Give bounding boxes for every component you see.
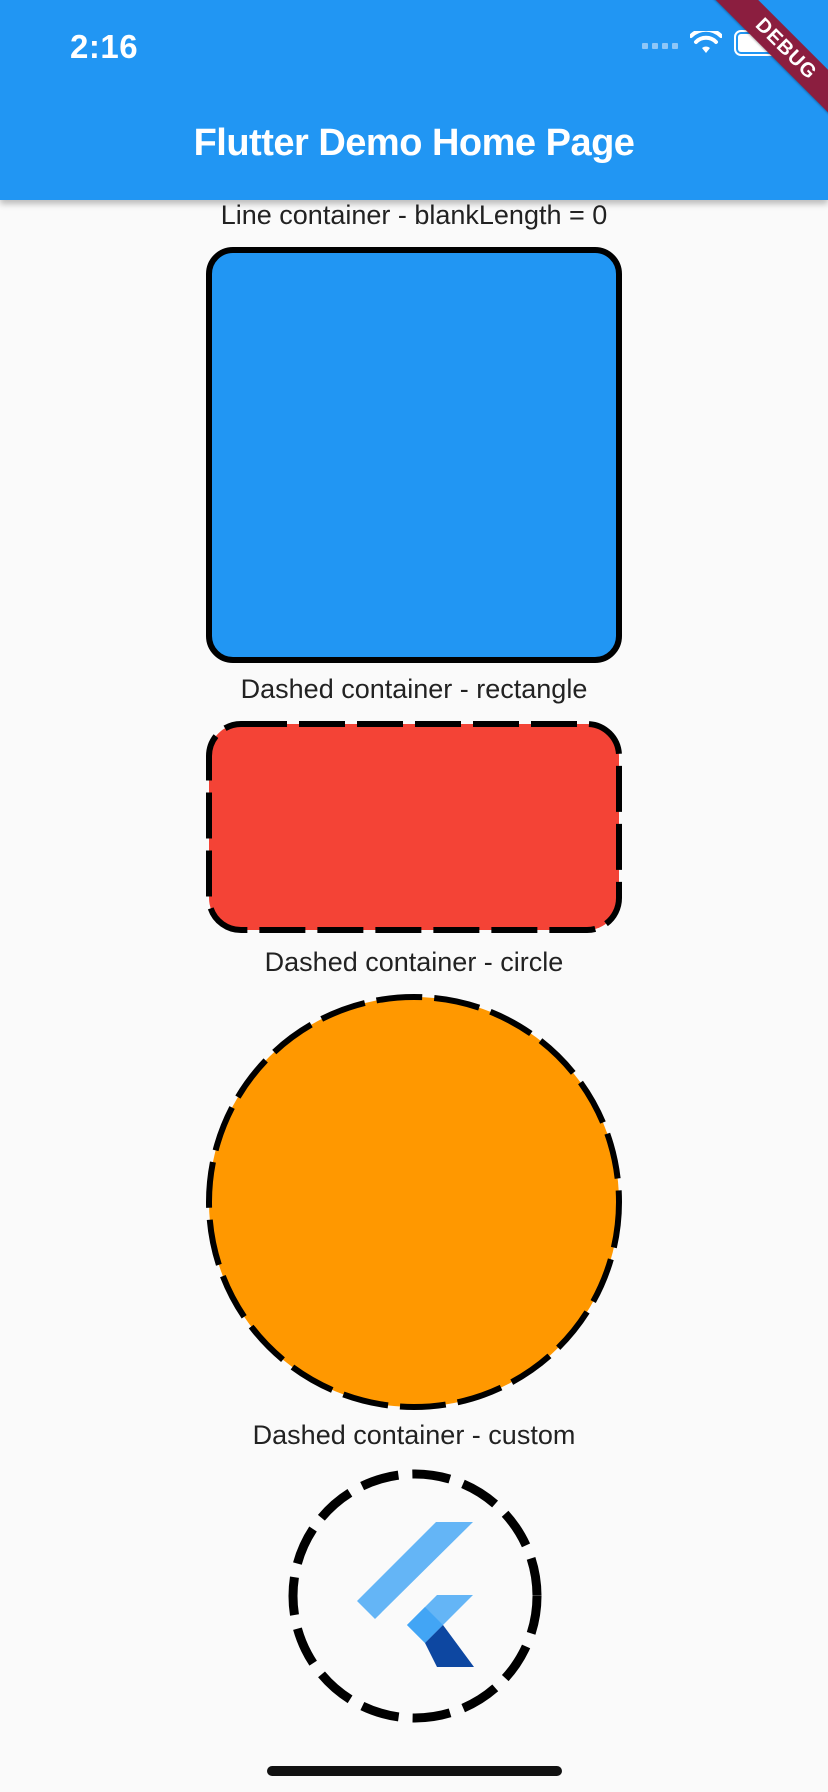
dashed-circle-label: Dashed container - circle [264,947,564,977]
status-time: 2:16 [70,28,139,65]
debug-banner: DEBUG [698,0,828,130]
home-indicator[interactable] [267,1766,562,1776]
dashed-rectangle-label: Dashed container - rectangle [240,674,588,704]
flutter-logo-icon [357,1522,474,1667]
debug-ribbon-label: DEBUG [711,0,828,124]
dashed-rectangle-container [206,721,622,933]
line-container-label: Line container - blankLength = 0 [220,200,608,230]
app-screen: 2:16 Flutter Demo Home Page DEBUG Line c… [0,0,828,1792]
cellular-signal-icon [642,43,678,49]
dashed-circle-container [206,994,622,1410]
dashed-custom-container [288,1469,542,1723]
dashed-custom-label: Dashed container - custom [252,1420,576,1450]
line-container [206,247,622,663]
